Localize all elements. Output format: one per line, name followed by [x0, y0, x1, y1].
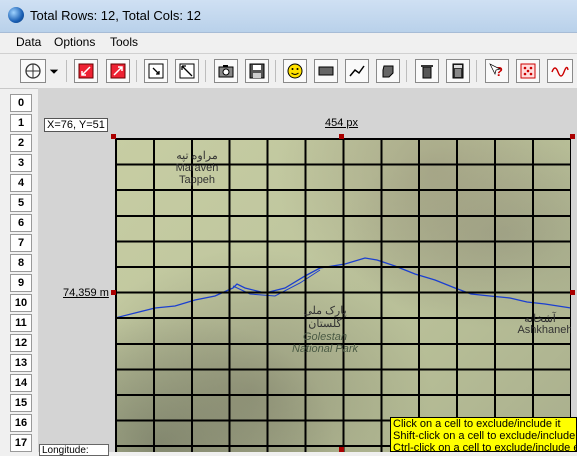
place-label: پارک ملی — [303, 305, 347, 317]
row-label[interactable]: 8 — [10, 254, 32, 272]
row-label[interactable]: 2 — [10, 134, 32, 152]
row-label[interactable]: 5 — [10, 194, 32, 212]
resize-handle[interactable] — [339, 447, 344, 452]
row-label[interactable]: 1 — [10, 114, 32, 132]
place-label: گلستان — [308, 318, 342, 330]
shape-icon[interactable] — [376, 59, 400, 83]
resize-in-icon[interactable] — [74, 59, 98, 83]
row-label[interactable]: 0 — [10, 94, 32, 112]
fit-area-icon[interactable] — [175, 59, 199, 83]
save-icon[interactable] — [245, 59, 269, 83]
place-label: Ashkhaneh — [517, 324, 571, 336]
help-cursor-icon[interactable]: ? — [485, 59, 509, 83]
row-label[interactable]: 14 — [10, 374, 32, 392]
map-image[interactable]: مراوه تپه Maraveh Tappeh پارک ملی گلستان… — [115, 138, 571, 452]
line-chart-icon[interactable] — [345, 59, 369, 83]
row-label[interactable]: 15 — [10, 394, 32, 412]
smiley-icon[interactable] — [283, 59, 307, 83]
map-canvas[interactable]: مراوه تپه Maraveh Tappeh پارک ملی گلستان… — [38, 88, 577, 452]
row-label[interactable]: 6 — [10, 214, 32, 232]
rectangle-icon[interactable] — [314, 59, 338, 83]
row-label[interactable]: 13 — [10, 354, 32, 372]
place-label: Tappeh — [178, 174, 216, 186]
row-label[interactable]: 4 — [10, 174, 32, 192]
row-label[interactable]: 12 — [10, 334, 32, 352]
row-label[interactable]: 7 — [10, 234, 32, 252]
resize-handle[interactable] — [570, 134, 575, 139]
select-area-icon[interactable] — [144, 59, 168, 83]
tooltip-line: Ctrl-click on a cell to exclude/include … — [393, 442, 576, 452]
window-title: Total Rows: 12, Total Cols: 12 — [30, 8, 202, 23]
grid-dots-icon[interactable] — [516, 59, 540, 83]
place-label: مراوه تپه — [176, 150, 218, 162]
row-label[interactable]: 16 — [10, 414, 32, 432]
globe-settings-icon[interactable] — [20, 59, 46, 83]
resize-handle[interactable] — [111, 134, 116, 139]
help-tooltip: Click on a cell to exclude/include it Sh… — [390, 417, 577, 452]
place-label: Maraveh — [175, 162, 219, 174]
calculator-icon[interactable] — [446, 59, 470, 83]
row-header-column: 0 1 2 3 4 5 6 7 8 9 10 11 12 13 14 15 16… — [0, 91, 36, 452]
resize-out-icon[interactable] — [106, 59, 130, 83]
resize-handle[interactable] — [570, 290, 575, 295]
menu-options[interactable]: Options — [54, 35, 95, 49]
svg-text:?: ? — [495, 64, 503, 79]
width-dimension: 454 px — [325, 117, 359, 129]
trash-icon[interactable] — [415, 59, 439, 83]
resize-handle[interactable] — [339, 134, 344, 139]
toolbar: ? — [0, 54, 577, 89]
place-label: Golestan — [302, 331, 348, 343]
menu-bar: Data Options Tools — [0, 33, 577, 54]
row-label[interactable]: 9 — [10, 274, 32, 292]
row-label[interactable]: 17 — [10, 434, 32, 452]
tooltip-line: Click on a cell to exclude/include it — [393, 418, 561, 430]
row-label[interactable]: 3 — [10, 154, 32, 172]
dropdown-arrow-icon[interactable] — [47, 59, 61, 83]
resize-handle[interactable] — [111, 290, 116, 295]
camera-icon[interactable] — [214, 59, 238, 83]
title-bar: Total Rows: 12, Total Cols: 12 — [0, 0, 577, 33]
globe-app-icon — [8, 7, 24, 23]
menu-tools[interactable]: Tools — [110, 35, 138, 49]
longitude-readout: Longitude: — [39, 444, 109, 456]
tooltip-line: Shift-click on a cell to exclude/include… — [393, 430, 576, 442]
menu-data[interactable]: Data — [16, 35, 41, 49]
row-label[interactable]: 11 — [10, 314, 32, 332]
height-dimension: 74,359 m — [63, 287, 109, 299]
waveform-icon[interactable] — [547, 59, 573, 83]
place-label: National Park — [291, 343, 359, 355]
row-label[interactable]: 10 — [10, 294, 32, 312]
coords-readout: X=76, Y=51 — [44, 118, 108, 132]
